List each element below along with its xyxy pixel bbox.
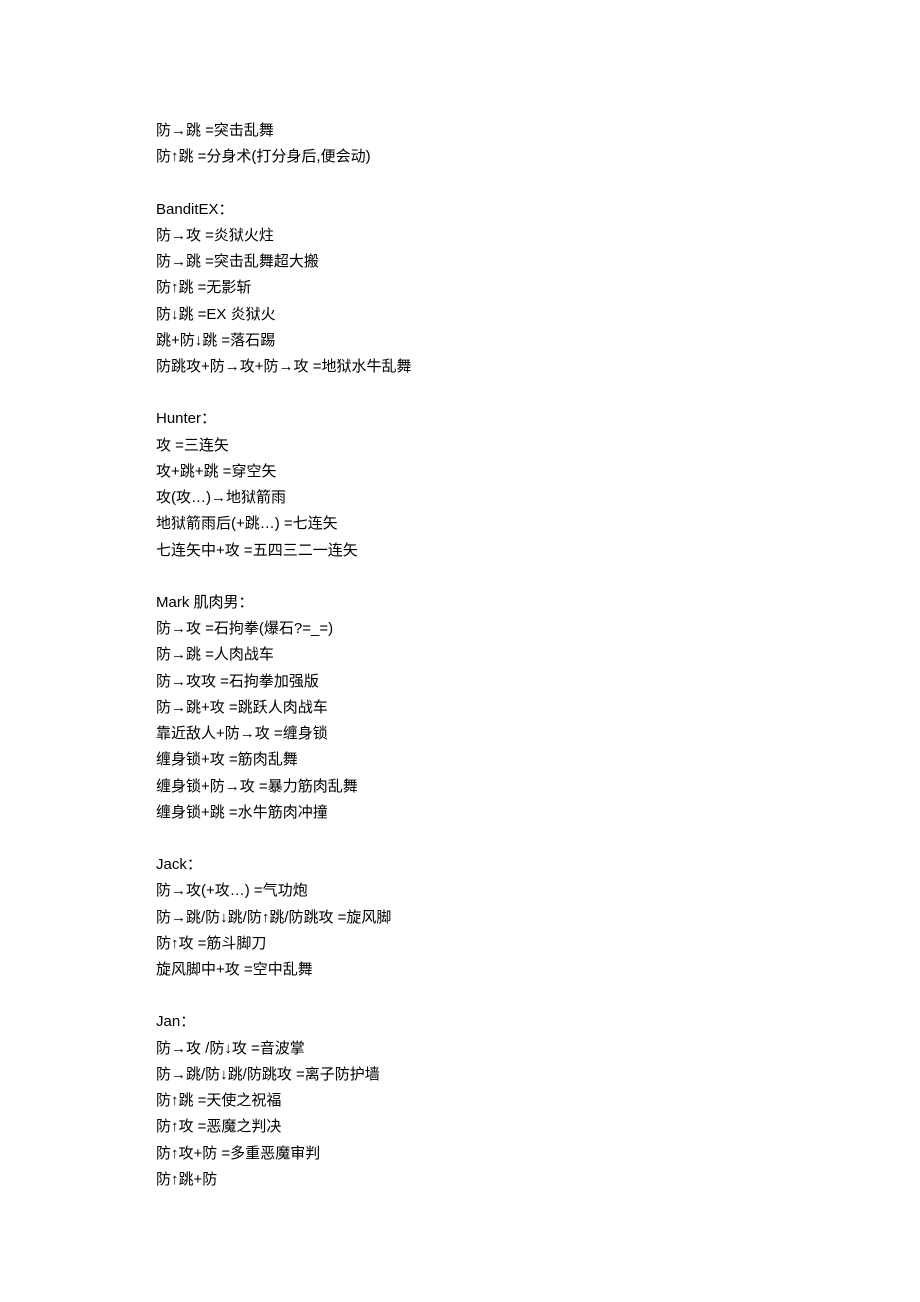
move-line: 防→跳 =突击乱舞 [156,118,790,144]
move-line: 攻 =三连矢 [156,433,790,459]
section-jan: Jan： 防→攻 /防↓攻 =音波掌 防→跳/防↓跳/防跳攻 =离子防护墙 防↑… [156,1009,790,1193]
move-line: 防→跳 =突击乱舞超大搬 [156,249,790,275]
move-line: 攻(攻…)→地狱箭雨 [156,485,790,511]
move-line: 防↑跳 =分身术(打分身后,便会动) [156,144,790,170]
move-line: 地狱箭雨后(+跳…) =七连矢 [156,511,790,537]
move-line: 跳+防↓跳 =落石踢 [156,328,790,354]
document-page: 防→跳 =突击乱舞 防↑跳 =分身术(打分身后,便会动) BanditEX： 防… [0,0,920,1302]
section-heading: BanditEX： [156,197,790,223]
move-line: 防↑跳+防 [156,1167,790,1193]
move-line: 防→攻 =石拘拳(爆石?=_=) [156,616,790,642]
move-line: 防→攻攻 =石拘拳加强版 [156,669,790,695]
section-jack: Jack： 防→攻(+攻…) =气功炮 防→跳/防↓跳/防↑跳/防跳攻 =旋风脚… [156,852,790,983]
move-line: 七连矢中+攻 =五四三二一连矢 [156,538,790,564]
move-line: 防↓跳 =EX 炎狱火 [156,302,790,328]
move-line: 防跳攻+防→攻+防→攻 =地狱水牛乱舞 [156,354,790,380]
move-line: 缠身锁+跳 =水牛筋肉冲撞 [156,800,790,826]
move-line: 防↑攻 =恶魔之判决 [156,1114,790,1140]
section-heading: Mark 肌肉男： [156,590,790,616]
section-heading: Jack： [156,852,790,878]
move-line: 防→跳+攻 =跳跃人肉战车 [156,695,790,721]
move-line: 防→跳/防↓跳/防↑跳/防跳攻 =旋风脚 [156,905,790,931]
move-line: 防→跳 =人肉战车 [156,642,790,668]
move-line: 防→攻 =炎狱火炷 [156,223,790,249]
move-line: 防↑攻+防 =多重恶魔审判 [156,1141,790,1167]
section-heading: Jan： [156,1009,790,1035]
section-mark: Mark 肌肉男： 防→攻 =石拘拳(爆石?=_=) 防→跳 =人肉战车 防→攻… [156,590,790,826]
move-line: 防→攻(+攻…) =气功炮 [156,878,790,904]
section-hunter: Hunter： 攻 =三连矢 攻+跳+跳 =穿空矢 攻(攻…)→地狱箭雨 地狱箭… [156,406,790,564]
move-line: 防→跳/防↓跳/防跳攻 =离子防护墙 [156,1062,790,1088]
move-line: 攻+跳+跳 =穿空矢 [156,459,790,485]
move-line: 防→攻 /防↓攻 =音波掌 [156,1036,790,1062]
section-intro: 防→跳 =突击乱舞 防↑跳 =分身术(打分身后,便会动) [156,118,790,171]
move-line: 旋风脚中+攻 =空中乱舞 [156,957,790,983]
move-line: 防↑跳 =无影斩 [156,275,790,301]
move-line: 防↑跳 =天使之祝福 [156,1088,790,1114]
section-heading: Hunter： [156,406,790,432]
move-line: 缠身锁+攻 =筋肉乱舞 [156,747,790,773]
move-line: 靠近敌人+防→攻 =缠身锁 [156,721,790,747]
move-line: 缠身锁+防→攻 =暴力筋肉乱舞 [156,774,790,800]
move-line: 防↑攻 =筋斗脚刀 [156,931,790,957]
section-banditex: BanditEX： 防→攻 =炎狱火炷 防→跳 =突击乱舞超大搬 防↑跳 =无影… [156,197,790,381]
